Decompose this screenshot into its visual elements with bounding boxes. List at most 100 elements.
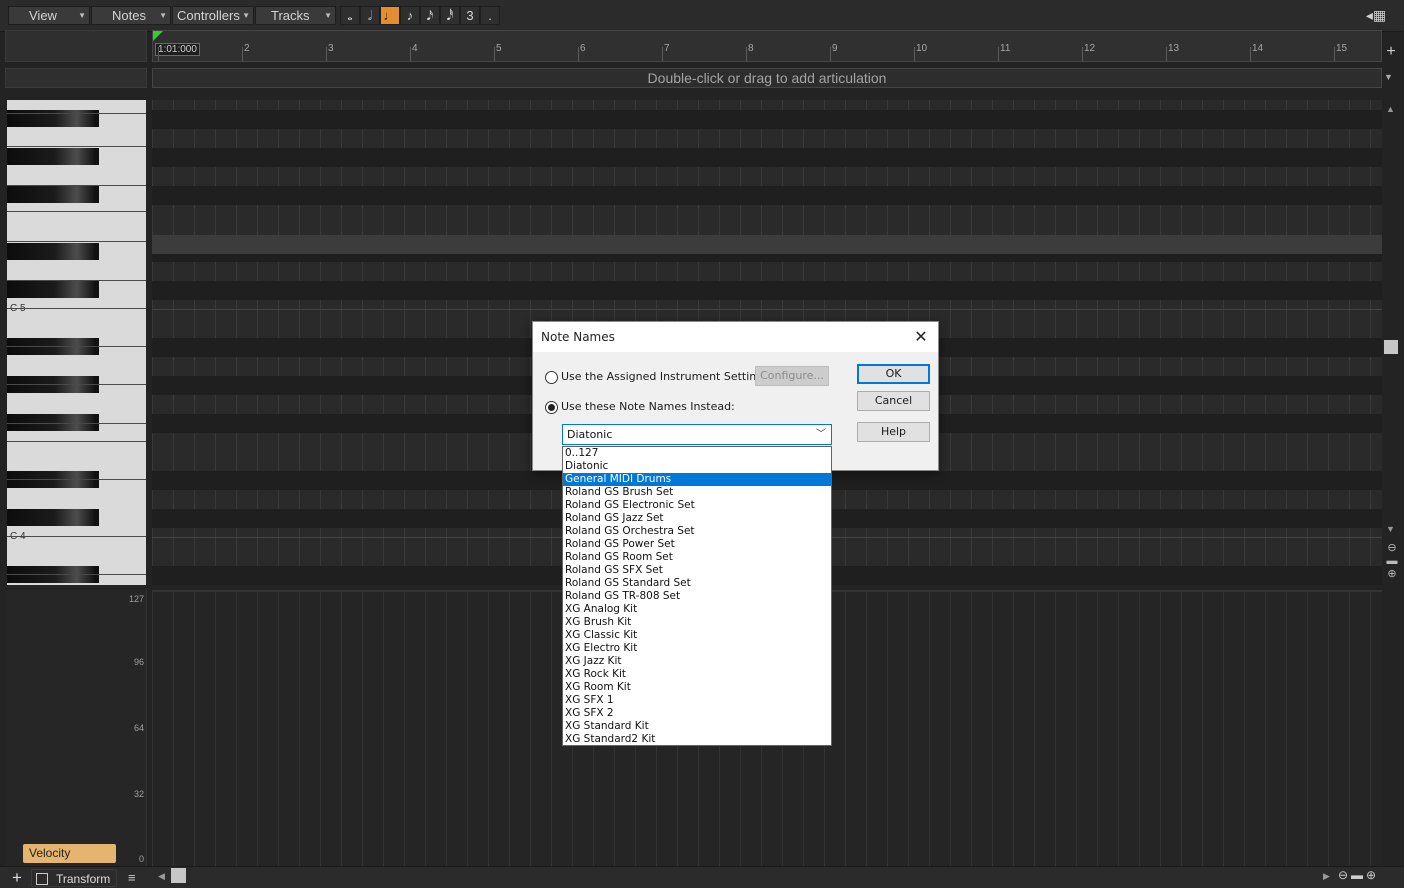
dropdown-option[interactable]: General MIDI Drums (563, 473, 831, 486)
dropdown-option[interactable]: 0..127 (563, 447, 831, 460)
white-key-divider (7, 280, 146, 281)
add-controller-icon[interactable]: + (8, 869, 26, 887)
zoom-out-icon[interactable]: ⊖ (1384, 542, 1400, 555)
dropdown-option[interactable]: Roland GS SFX Set (563, 564, 831, 577)
close-icon[interactable]: ✕ (910, 326, 932, 348)
scroll-left-icon[interactable]: ◀ (158, 871, 165, 882)
duration-button-1[interactable]: 𝅗𝅥 (360, 6, 380, 25)
black-key[interactable] (7, 509, 99, 526)
controllers-menu[interactable]: Controllers ▼ (172, 6, 254, 25)
white-key-divider (7, 113, 146, 114)
dropdown-option[interactable]: Roland GS Room Set (563, 551, 831, 564)
black-key[interactable] (7, 243, 99, 260)
dropdown-option[interactable]: Roland GS Power Set (563, 538, 831, 551)
transform-label: Transform (56, 872, 111, 886)
bar-tick (578, 47, 579, 61)
configure-button[interactable]: Configure... (755, 366, 829, 386)
radio-checked-icon[interactable] (545, 400, 558, 414)
dropdown-option[interactable]: Roland GS Brush Set (563, 486, 831, 499)
bar-tick (998, 47, 999, 61)
scroll-up-icon[interactable]: ▲ (1386, 104, 1395, 114)
piano-roll-toolbar: View ▼ Notes ▼ Controllers ▼ Tracks ▼ 𝅝 𝅗𝅥 ♩ ♪ 𝅘… (0, 0, 1404, 32)
velocity-button[interactable]: Velocity (23, 844, 116, 863)
scroll-right-icon[interactable]: ▶ (1323, 871, 1330, 882)
note-names-dropdown-list[interactable]: 0..127 Diatonic General MIDI Drums Roland G… (562, 446, 832, 746)
radio-unchecked-icon[interactable] (545, 370, 558, 384)
dropdown-option[interactable]: XG Standard2 Kit (563, 733, 831, 746)
dropdown-option[interactable]: XG Rock Kit (563, 668, 831, 681)
articulation-lane[interactable]: Double-click or drag to add articulation (152, 68, 1382, 88)
note-duration-buttons: 𝅝 𝅗𝅥 ♩ ♪ 𝅘𝅥𝅯 𝅘𝅥𝅰 3. (340, 6, 500, 25)
dropdown-option[interactable]: Roland GS TR-808 Set (563, 590, 831, 603)
duration-button-0[interactable]: 𝅝 (340, 6, 360, 25)
black-key[interactable] (7, 186, 99, 203)
dropdown-option[interactable]: XG Jazz Kit (563, 655, 831, 668)
notes-menu[interactable]: Notes ▼ (91, 6, 171, 25)
white-key-divider (7, 346, 146, 347)
time-ruler[interactable]: 1:01:000 2 3 4 5 6 7 8 9 10 11 12 13 14 15 (152, 30, 1382, 62)
bar-number: 3 (328, 43, 334, 54)
dropdown-option[interactable]: XG Classic Kit (563, 629, 831, 642)
duration-button-5[interactable]: 𝅘𝅥𝅰 (440, 6, 460, 25)
dropdown-option[interactable]: Diatonic (563, 460, 831, 473)
add-icon[interactable]: + (1383, 44, 1399, 60)
octave-line (152, 309, 1382, 310)
controller-header: 127 96 64 32 0 (5, 590, 147, 866)
duration-button-3[interactable]: ♪ (400, 6, 420, 25)
ok-button[interactable]: OK (857, 364, 930, 384)
transform-button[interactable]: Transform (31, 869, 117, 887)
duration-button-6[interactable]: 3 (460, 6, 480, 25)
piano-keyboard[interactable]: C 5 C 4 (7, 100, 146, 585)
chevron-down-icon[interactable]: ﹀ (816, 425, 826, 444)
black-key[interactable] (7, 281, 99, 298)
bar-number: 11 (1000, 43, 1011, 54)
tracks-menu[interactable]: Tracks ▼ (255, 6, 336, 25)
dropdown-option[interactable]: XG Brush Kit (563, 616, 831, 629)
grid-black-row (152, 186, 1382, 205)
expand-articulation-icon[interactable]: ▼ (1384, 72, 1393, 82)
scroll-down-icon[interactable]: ▼ (1386, 524, 1395, 534)
dropdown-option[interactable]: XG Standard Kit (563, 720, 831, 733)
dropdown-option[interactable]: XG SFX 1 (563, 694, 831, 707)
velocity-tick-label: 127 (128, 594, 144, 604)
dropdown-option[interactable]: Roland GS Electronic Set (563, 499, 831, 512)
dropdown-option[interactable]: XG Analog Kit (563, 603, 831, 616)
now-marker-icon[interactable] (153, 31, 163, 41)
note-names-select[interactable]: Diatonic ﹀ (562, 424, 832, 445)
grid-icon[interactable]: ◂▦ (1362, 6, 1390, 25)
horizontal-scroll-thumb[interactable] (171, 868, 186, 883)
dropdown-option[interactable]: XG Room Kit (563, 681, 831, 694)
cancel-button[interactable]: Cancel (857, 391, 930, 411)
bar-number: 4 (412, 43, 418, 54)
view-menu[interactable]: View ▼ (8, 6, 90, 25)
help-button[interactable]: Help (857, 422, 930, 442)
radio-assigned-settings[interactable]: Use the Assigned Instrument Settings (545, 370, 769, 384)
dropdown-option[interactable]: XG Electro Kit (563, 642, 831, 655)
horizontal-zoom-icons[interactable]: ⊖▬⊕ (1338, 868, 1379, 882)
radio-custom-note-names[interactable]: Use these Note Names Instead: (545, 400, 735, 414)
black-key[interactable] (7, 148, 99, 165)
bar-number: 7 (664, 43, 670, 54)
bar-number: 2 (244, 43, 250, 54)
zoom-level-icon[interactable]: ▬ (1384, 555, 1400, 568)
duration-button-7[interactable]: . (480, 6, 500, 25)
radio-custom-label: Use these Note Names Instead: (561, 400, 735, 413)
scroll-thumb[interactable] (1384, 340, 1398, 354)
bar-tick (326, 47, 327, 61)
now-time: 1:01:000 (155, 43, 200, 56)
duration-button-2[interactable]: ♩ (380, 6, 400, 25)
vertical-scrollbar[interactable]: ▲ ▼ (1384, 100, 1398, 585)
bar-number: 5 (496, 43, 502, 54)
dropdown-option[interactable]: Roland GS Orchestra Set (563, 525, 831, 538)
dropdown-option[interactable]: Roland GS Jazz Set (563, 512, 831, 525)
zoom-in-icon[interactable]: ⊕ (1384, 568, 1400, 581)
dropdown-option[interactable]: XG SFX 2 (563, 707, 831, 720)
duration-button-4[interactable]: 𝅘𝅥𝅯 (420, 6, 440, 25)
bar-tick (914, 47, 915, 61)
velocity-tick-label: 32 (133, 789, 144, 799)
dropdown-option[interactable]: Roland GS Standard Set (563, 577, 831, 590)
lane-menu-icon[interactable]: ≡ (128, 870, 136, 885)
dialog-title: Note Names (533, 322, 938, 352)
bar-number: 9 (832, 43, 838, 54)
vertical-zoom-tools: ⊖ ▬ ⊕ (1384, 542, 1400, 581)
